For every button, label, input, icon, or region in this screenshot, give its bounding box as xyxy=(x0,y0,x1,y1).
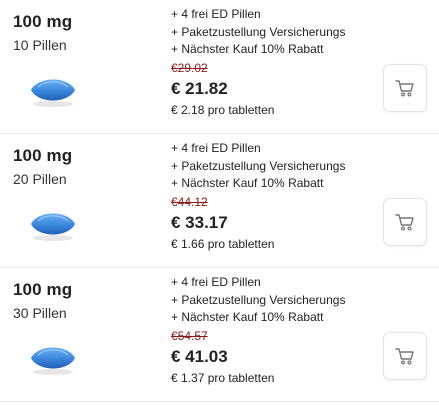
pill-count: 10 Pillen xyxy=(13,37,67,53)
price: € 21.82 xyxy=(171,79,228,98)
dose-label: 100 mg xyxy=(13,146,73,165)
price-per-unit: € 1.66 pro tabletten xyxy=(171,237,275,251)
pill-count: 20 Pillen xyxy=(13,171,67,187)
old-price: €54.57 xyxy=(171,329,208,343)
price: € 41.03 xyxy=(171,347,228,366)
old-price: €29.02 xyxy=(171,61,208,75)
shopping-cart-icon xyxy=(395,80,414,97)
perk-item: + Paketzustellung Versicherungs xyxy=(171,158,346,173)
perk-item: + Paketzustellung Versicherungs xyxy=(171,24,346,39)
perk-item: + Nächster Kauf 10% Rabatt xyxy=(171,42,324,56)
pill-icon xyxy=(31,213,75,241)
perk-item: + 4 frei ED Pillen xyxy=(171,275,261,289)
dose-label: 100 mg xyxy=(13,280,73,299)
offer-row-10: 100 mg 10 Pillen + 4 frei ED Pillen + Pa… xyxy=(0,0,439,134)
perk-item: + 4 frei ED Pillen xyxy=(171,141,261,155)
price-per-unit: € 1.37 pro tabletten xyxy=(171,371,275,385)
price: € 33.17 xyxy=(171,213,228,232)
dose-label: 100 mg xyxy=(13,12,73,31)
add-to-cart-button[interactable] xyxy=(383,198,427,246)
perk-item: + Nächster Kauf 10% Rabatt xyxy=(171,176,324,190)
perk-list: + 4 frei ED Pillen + Paketzustellung Ver… xyxy=(171,6,345,59)
pill-count: 30 Pillen xyxy=(13,305,67,321)
shopping-cart-icon xyxy=(395,348,414,365)
add-to-cart-button[interactable] xyxy=(383,64,427,112)
perk-list: + 4 frei ED Pillen + Paketzustellung Ver… xyxy=(171,140,345,193)
perk-item: + 4 frei ED Pillen xyxy=(171,7,261,21)
perk-list: + 4 frei ED Pillen + Paketzustellung Ver… xyxy=(171,274,345,327)
old-price: €44.12 xyxy=(171,195,208,209)
offer-row-30: 100 mg 30 Pillen + 4 frei ED Pillen + Pa… xyxy=(0,268,439,402)
perk-item: + Paketzustellung Versicherungs xyxy=(171,292,346,307)
offer-row-20: 100 mg 20 Pillen + 4 frei ED Pillen + Pa… xyxy=(0,134,439,268)
price-per-unit: € 2.18 pro tabletten xyxy=(171,103,275,117)
perk-item: + Nächster Kauf 10% Rabatt xyxy=(171,310,324,324)
offer-list: 100 mg 10 Pillen + 4 frei ED Pillen + Pa… xyxy=(0,0,439,406)
pill-icon xyxy=(31,347,75,375)
pill-icon xyxy=(31,79,75,107)
shopping-cart-icon xyxy=(395,214,414,231)
add-to-cart-button[interactable] xyxy=(383,332,427,380)
